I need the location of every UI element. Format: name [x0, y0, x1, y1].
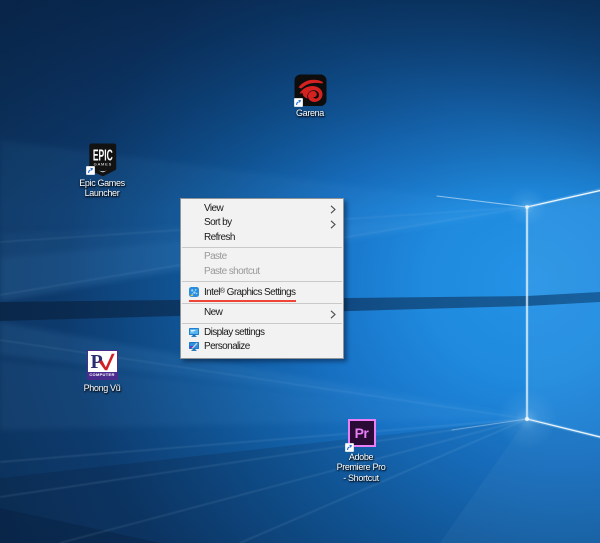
svg-text:GAMES: GAMES	[93, 161, 111, 166]
